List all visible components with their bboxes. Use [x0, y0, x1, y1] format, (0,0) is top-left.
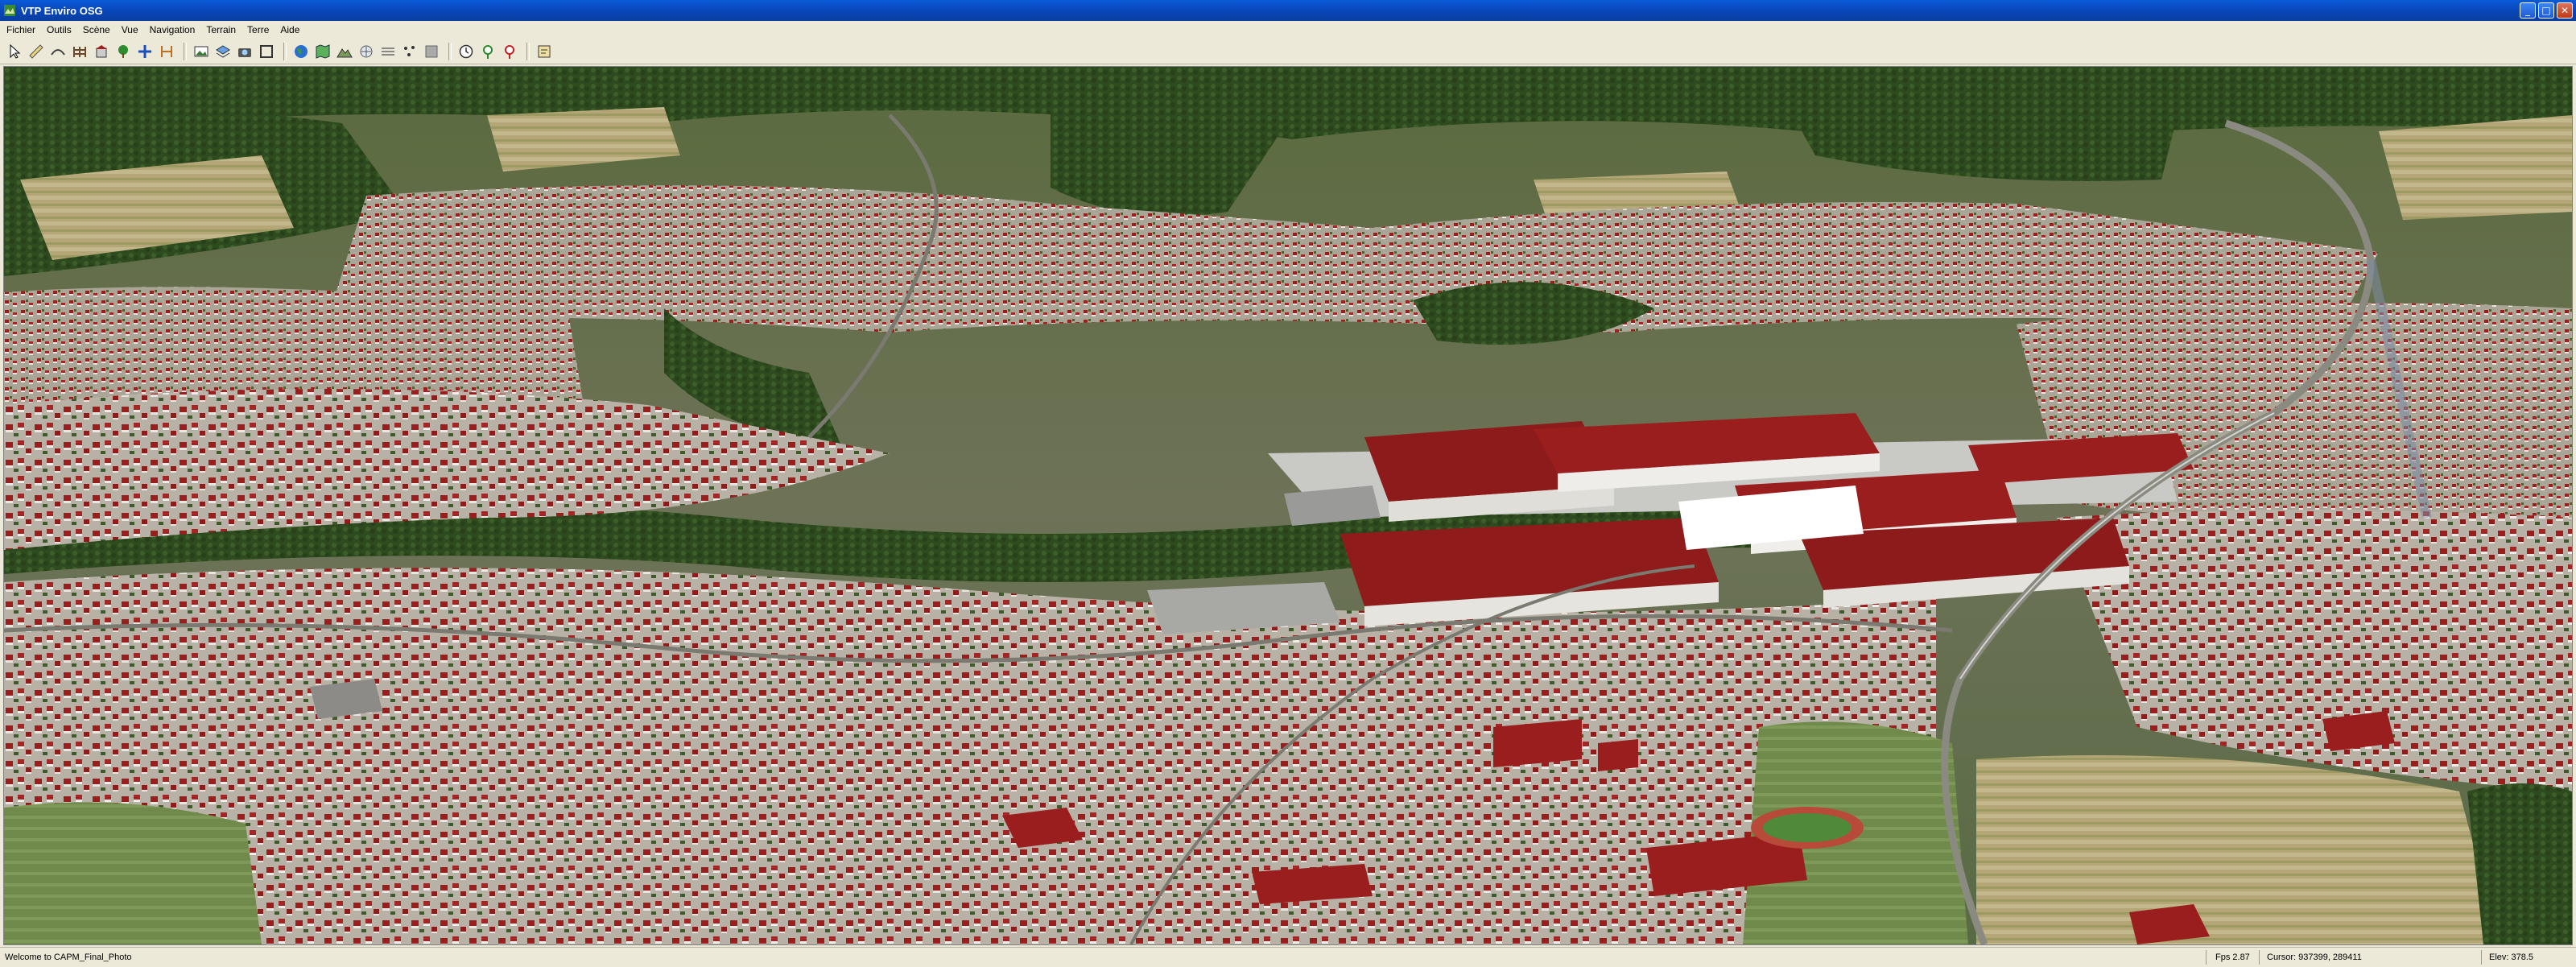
fence-button[interactable]: [70, 42, 89, 61]
fly-button[interactable]: [48, 42, 68, 61]
status-divider: [2259, 950, 2260, 965]
status-fps: Fps 2.87: [2215, 953, 2250, 962]
menu-terre[interactable]: Terre: [242, 24, 275, 35]
location-icon: [483, 44, 493, 59]
minimize-icon: _: [2525, 5, 2530, 16]
toolbar-separator: [184, 42, 187, 60]
points-button[interactable]: [400, 42, 419, 61]
minimize-button[interactable]: _: [2520, 2, 2536, 19]
layers-icon: [216, 44, 230, 58]
farm-field: [2379, 115, 2572, 220]
camera-button[interactable]: [235, 42, 254, 61]
sky-icon: [360, 45, 373, 57]
camera-icon: [238, 48, 251, 57]
fog-button[interactable]: [378, 42, 398, 61]
scene-viewport[interactable]: [3, 66, 2573, 945]
maximize-icon: □: [2541, 5, 2551, 16]
layers-button[interactable]: [213, 42, 233, 61]
sky-button[interactable]: [357, 42, 376, 61]
location-button[interactable]: [478, 42, 497, 61]
pin-icon: [505, 44, 514, 59]
maximize-view-button[interactable]: [257, 42, 276, 61]
building-icon: [96, 44, 107, 57]
toolbar: [0, 39, 2576, 64]
toolbar-separator: [448, 42, 452, 60]
status-divider: [2481, 950, 2482, 965]
status-elevation: Elev: 378.5: [2489, 953, 2534, 962]
fly-icon: [51, 48, 65, 56]
grid-button[interactable]: [422, 42, 441, 61]
route-icon: [161, 45, 172, 57]
toolbar-separator: [526, 42, 530, 60]
terrain-button[interactable]: [335, 42, 354, 61]
grid-icon: [425, 45, 438, 57]
menu-bar: Fichier Outils Scène Vue Navigation Terr…: [0, 21, 2576, 39]
ruler-button[interactable]: [27, 42, 46, 61]
menu-vue[interactable]: Vue: [116, 24, 144, 35]
menu-outils[interactable]: Outils: [41, 24, 77, 35]
globe-icon: [295, 44, 308, 58]
window-title: VTP Enviro OSG: [21, 4, 103, 17]
stadium: [1751, 807, 1864, 849]
ruler-icon: [29, 43, 43, 59]
app-icon: [4, 5, 15, 16]
maximize-view-icon: [260, 44, 273, 58]
menu-navigation[interactable]: Navigation: [144, 24, 201, 35]
title-bar: VTP Enviro OSG _ □ ✕: [0, 0, 2576, 21]
move-button[interactable]: [135, 42, 155, 61]
building: [1493, 719, 1582, 767]
tree-icon: [118, 44, 128, 58]
menu-fichier[interactable]: Fichier: [0, 24, 41, 35]
menu-aide[interactable]: Aide: [275, 24, 305, 35]
terrain-scene: [4, 67, 2572, 944]
menu-scene[interactable]: Scène: [77, 24, 116, 35]
select-tool-icon: [10, 43, 21, 59]
snapshot-button[interactable]: [192, 42, 211, 61]
menu-terrain[interactable]: Terrain: [200, 24, 242, 35]
fence-icon: [73, 46, 86, 57]
move-icon: [138, 44, 151, 58]
green-area: [4, 802, 262, 944]
forest-area: [2467, 783, 2572, 944]
status-bar: Welcome to CAPM_Final_Photo Fps 2.87 Cur…: [0, 947, 2576, 967]
terrain-icon: [336, 48, 353, 57]
status-cursor: Cursor: 937399, 289411: [2267, 953, 2362, 962]
close-icon: ✕: [2560, 5, 2570, 16]
status-divider: [2206, 950, 2207, 965]
pin-button[interactable]: [500, 42, 519, 61]
fog-icon: [382, 47, 394, 56]
scenario-button[interactable]: [535, 42, 554, 61]
tree-button[interactable]: [114, 42, 133, 61]
scenario-icon: [538, 45, 551, 57]
globe-button[interactable]: [291, 42, 311, 61]
time-button[interactable]: [456, 42, 476, 61]
map-button[interactable]: [313, 42, 332, 61]
time-icon: [459, 44, 473, 58]
points-icon: [404, 45, 415, 56]
close-button[interactable]: ✕: [2557, 2, 2573, 19]
snapshot-icon: [194, 46, 208, 56]
route-button[interactable]: [157, 42, 176, 61]
select-tool-button[interactable]: [5, 42, 24, 61]
status-message: Welcome to CAPM_Final_Photo: [5, 953, 132, 962]
building-button[interactable]: [92, 42, 111, 61]
maximize-button[interactable]: □: [2538, 2, 2554, 19]
building: [1598, 739, 1638, 771]
map-icon: [316, 43, 330, 59]
toolbar-separator: [283, 42, 287, 60]
